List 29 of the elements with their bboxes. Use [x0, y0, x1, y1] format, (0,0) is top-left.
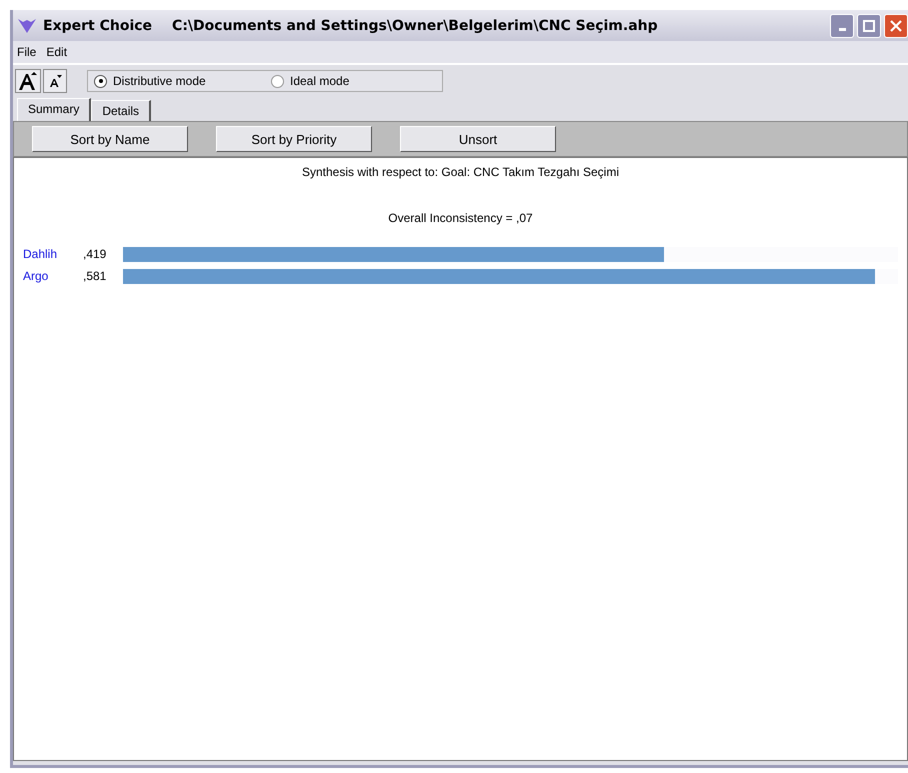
app-name: Expert Choice [43, 18, 152, 34]
font-larger-icon [17, 71, 39, 91]
close-icon [890, 20, 902, 32]
sort-button[interactable]: Sort by Priority [216, 126, 372, 152]
tab[interactable]: Summary [17, 98, 92, 121]
menu-item[interactable]: Edit [46, 45, 68, 59]
window-title: C:\Documents and Settings\Owner\Belgelerim\CNC Seçim.ahp [172, 18, 659, 34]
alternative-name[interactable]: Dahlih [23, 247, 83, 261]
app-logo-icon [17, 16, 37, 34]
synthesis-title: Synthesis with respect to: Goal: CNC Takım Tezgahı Seçimi [302, 165, 619, 179]
sort-button[interactable]: Unsort [400, 126, 556, 152]
maximize-button[interactable] [857, 14, 881, 38]
mode-label: Ideal mode [290, 74, 350, 88]
minimize-icon [838, 28, 846, 30]
increase-font-button[interactable] [15, 69, 41, 93]
radio-button[interactable] [271, 74, 284, 88]
sort-button[interactable]: Sort by Name [32, 126, 188, 152]
decrease-font-button[interactable] [43, 69, 67, 93]
priority-value: ,419 [83, 247, 108, 261]
mode-label: Distributive mode [113, 74, 206, 88]
alternative-name[interactable]: Argo [23, 269, 83, 283]
font-smaller-icon [47, 73, 63, 89]
priority-value: ,581 [83, 269, 108, 283]
inconsistency-text: Overall Inconsistency = ,07 [388, 211, 533, 225]
radio-button[interactable] [94, 74, 107, 88]
minimize-button[interactable] [830, 14, 854, 38]
maximize-icon [863, 20, 875, 32]
close-button[interactable] [884, 14, 908, 38]
menu-item[interactable]: File [17, 45, 36, 59]
